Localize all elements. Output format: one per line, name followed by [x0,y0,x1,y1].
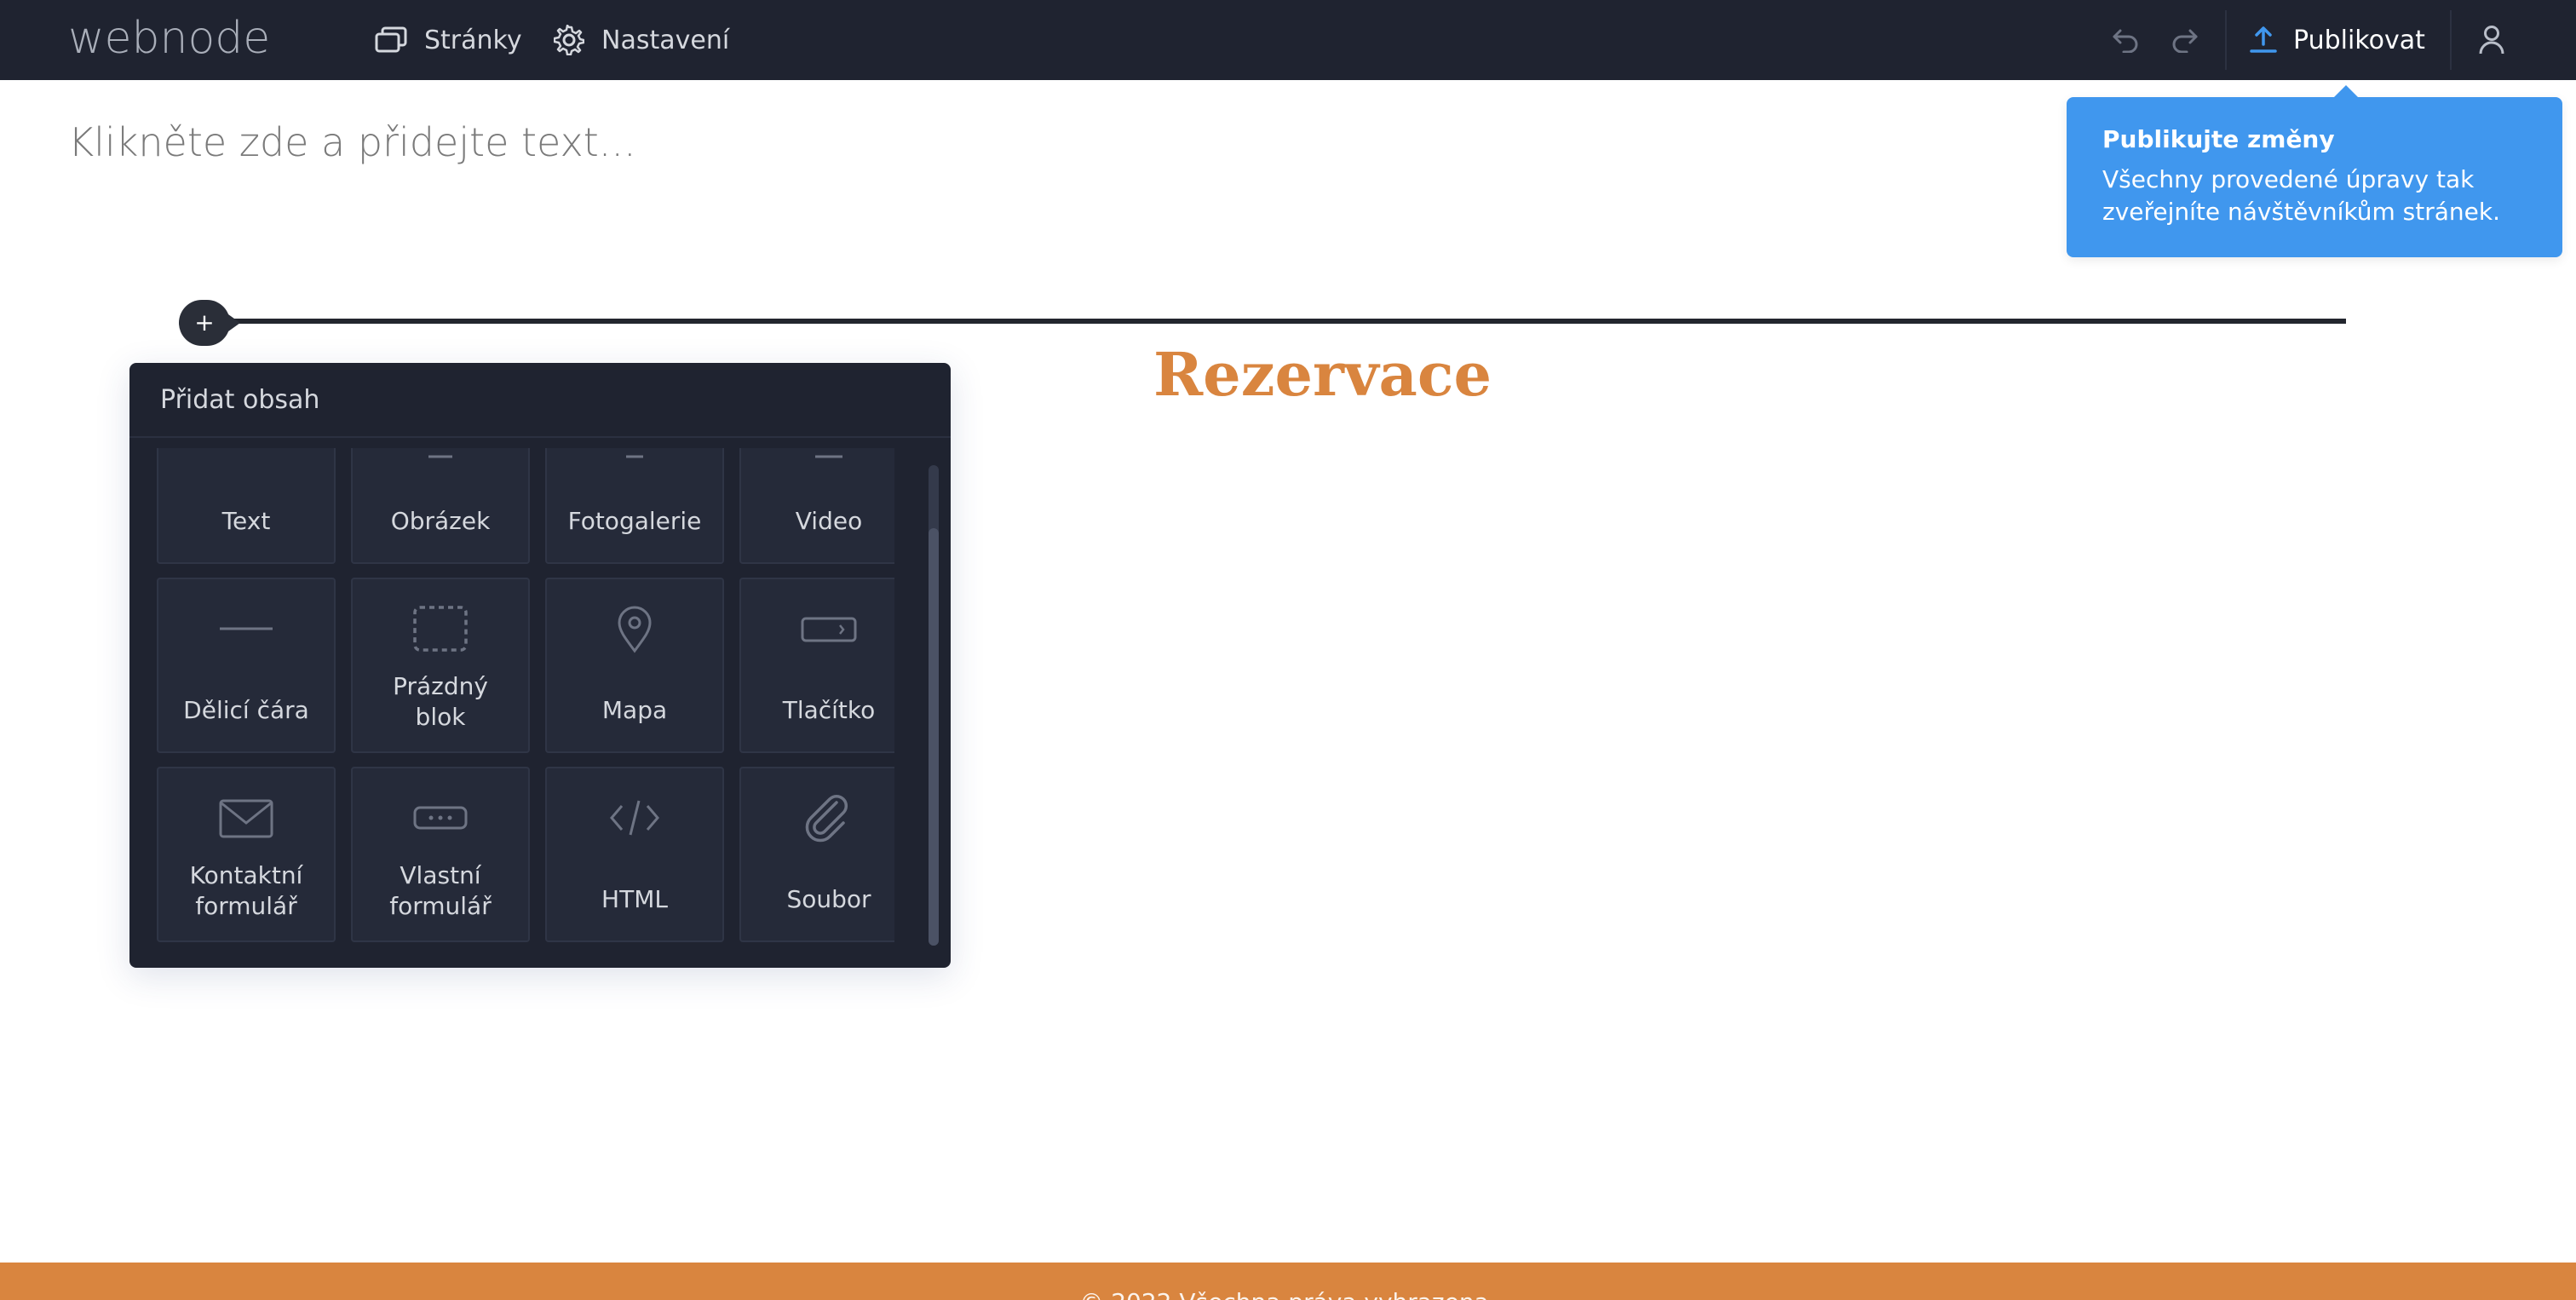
button-icon [741,603,894,654]
form-icon [353,792,528,843]
undo-button[interactable] [2104,19,2147,61]
panel-scrollbar-thumb[interactable] [929,528,939,946]
tile-text[interactable]: Text [157,448,336,564]
publish-tooltip: Publikujte změny Všechny provedené úprav… [2067,85,2562,257]
toolbar-divider [2450,10,2452,70]
redo-button[interactable] [2164,19,2206,61]
nav-pages[interactable]: Stránky [375,19,522,61]
upload-icon [2250,26,2277,53]
webnode-logo[interactable]: webnode [68,9,270,68]
gear-icon [554,25,584,55]
tile-empty-block[interactable]: Prázdný blok [351,578,530,753]
image-icon [353,448,528,463]
nav-settings[interactable]: Nastavení [554,19,729,61]
tile-divider[interactable]: Dělicí čára [157,578,336,753]
video-icon [741,448,894,463]
tile-file[interactable]: Soubor [739,767,894,942]
nav-pages-label: Stránky [424,25,522,55]
tile-image[interactable]: Obrázek [351,448,530,564]
tile-label: Tlačítko [782,696,876,724]
map-pin-icon [547,603,722,654]
gallery-icon [547,448,722,463]
tile-label: Fotogalerie [567,507,702,535]
empty-block-icon [353,603,528,654]
paperclip-icon [741,792,894,843]
divider-icon [158,603,334,654]
top-bar: webnode Stránky Nastavení Publikovat [0,0,2576,80]
tile-custom-form[interactable]: Vlastní formulář [351,767,530,942]
tile-contact-form[interactable]: Kontaktní formulář [157,767,336,942]
footer: © 2022 Všechna práva vyhrazena. [0,1263,2576,1300]
panel-scrollbar[interactable] [929,465,939,946]
undo-icon [2113,29,2138,53]
user-icon [2479,26,2504,55]
tile-label: Obrázek [390,507,491,535]
tile-label: Dělicí čára [183,696,309,724]
redo-icon [2172,29,2198,53]
tile-label: Vlastní formulář [389,861,492,920]
tile-label: Text [221,507,271,535]
tile-video[interactable]: Video [739,448,894,564]
footer-copyright: © 2022 Všechna práva vyhrazena. [0,1288,2576,1300]
publish-button[interactable]: Publikovat [2249,19,2425,61]
envelope-icon [158,792,334,843]
section-divider [204,319,2346,324]
code-icon [547,792,722,843]
tile-label: Prázdný blok [393,672,488,731]
tile-label: Soubor [786,885,871,913]
tile-map[interactable]: Mapa [545,578,724,753]
content-tiles-grid: Text Obrázek Fotogalerie Video Dělicí čá… [155,448,894,951]
text-placeholder[interactable]: Klikněte zde a přidejte text... [68,119,636,165]
add-content-button[interactable]: + [179,300,240,346]
user-account-button[interactable] [2470,19,2513,61]
tile-gallery[interactable]: Fotogalerie [545,448,724,564]
tile-html[interactable]: HTML [545,767,724,942]
toolbar-divider [2225,10,2227,70]
tooltip-title: Publikujte změny [2102,125,2335,153]
panel-title: Přidat obsah [129,363,951,438]
tile-label: HTML [601,885,668,913]
tile-label: Video [795,507,863,535]
tile-label: Mapa [601,696,668,724]
page-heading[interactable]: Rezervace [1153,339,1492,410]
tooltip-body: Všechny provedené úpravy tak zveřejníte … [2102,165,2500,226]
tile-label: Kontaktní formulář [189,861,303,920]
pages-icon [375,26,407,53]
publish-label: Publikovat [2293,25,2425,55]
nav-settings-label: Nastavení [601,25,730,55]
add-content-panel: Přidat obsah Text Obrázek Fotogalerie Vi… [129,363,951,968]
tile-button[interactable]: Tlačítko [739,578,894,753]
